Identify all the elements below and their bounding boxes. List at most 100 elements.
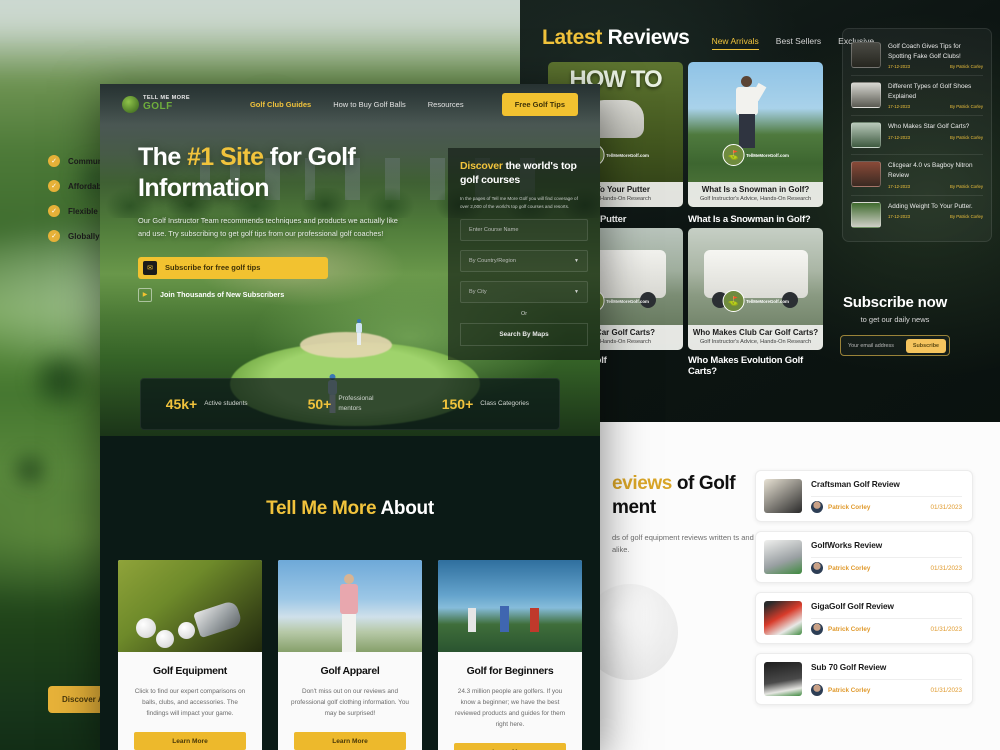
review-list-item[interactable]: Sub 70 Golf Review Patrick Corley 01/31/…: [755, 653, 973, 705]
list-item-title: Clicgear 4.0 vs Bagboy Nitron Review: [888, 162, 973, 180]
main-landing-page-panel: TELL ME MORE GOLF Golf Club Guides How t…: [100, 84, 600, 750]
review-thumbnail: [764, 540, 802, 574]
review-date: 01/31/2023: [930, 503, 962, 511]
tab-best-sellers[interactable]: Best Sellers: [776, 36, 821, 50]
list-item-thumbnail: [851, 201, 881, 228]
list-item-author: By Patrick Corley: [950, 135, 983, 141]
course-name-placeholder: Enter Course Name: [469, 227, 519, 234]
review-thumbnail: [764, 662, 802, 696]
review-list-item[interactable]: Craftsman Golf Review Patrick Corley 01/…: [755, 470, 973, 522]
site-navbar: TELL ME MORE GOLF Golf Club Guides How t…: [100, 84, 600, 124]
about-heading-accent: Tell Me More: [266, 498, 377, 519]
subscribe-subheading: to get our daily news: [860, 315, 930, 324]
about-heading-rest: About: [376, 498, 434, 519]
join-subscribers-button[interactable]: ▶ Join Thousands of New Subscribers: [138, 287, 406, 302]
review-date: 01/31/2023: [930, 564, 962, 572]
search-by-maps-button[interactable]: Search By Maps: [460, 323, 588, 347]
about-card-golf-apparel[interactable]: Golf Apparel Don't miss out on our revie…: [278, 560, 422, 750]
review-list-item[interactable]: GolfWorks Review Patrick Corley 01/31/20…: [755, 531, 973, 583]
review-author: Patrick Corley: [828, 686, 871, 694]
list-item[interactable]: Different Types of Golf Shoes Explained …: [851, 76, 983, 117]
stat-active-students: 45k+ Active students: [166, 396, 259, 412]
city-placeholder: By City: [469, 289, 487, 296]
check-icon: ✓: [48, 205, 60, 217]
site-logo[interactable]: TELL ME MORE GOLF: [122, 95, 190, 113]
learn-more-button[interactable]: Learn More: [134, 732, 246, 750]
about-cards: Golf Equipment Click to find our expert …: [100, 560, 600, 750]
about-card-golf-equipment[interactable]: Golf Equipment Click to find our expert …: [118, 560, 262, 750]
list-item-title: Golf Coach Gives Tips for Spotting Fake …: [888, 43, 961, 60]
email-input[interactable]: Your email address: [848, 343, 906, 349]
free-golf-tips-button[interactable]: Free Golf Tips: [501, 92, 578, 116]
subscribe-form: Your email address Subscribe: [840, 335, 950, 356]
stats-bar: 45k+ Active students 50+ Professional me…: [140, 378, 560, 430]
review-list-item[interactable]: GigaGolf Golf Review Patrick Corley 01/3…: [755, 592, 973, 644]
review-title: Craftsman Golf Review: [811, 479, 900, 489]
course-name-input[interactable]: Enter Course Name: [460, 219, 588, 242]
play-icon: ▶: [138, 287, 152, 302]
review-card-snowman[interactable]: ⛳ TellMeMoreGolf.com What Is a Snowman i…: [688, 62, 823, 207]
list-item-title: Different Types of Golf Shoes Explained: [888, 83, 972, 100]
review-author: Patrick Corley: [828, 625, 871, 633]
nav-resources[interactable]: Resources: [428, 100, 464, 109]
nav-how-to-buy-golf-balls[interactable]: How to Buy Golf Balls: [333, 100, 406, 109]
chevron-down-icon: ▼: [574, 258, 579, 265]
list-item-date: 17-12-2023: [888, 183, 910, 189]
list-item[interactable]: Who Makes Star Golf Carts? 17-12-2023 By…: [851, 116, 983, 156]
hero-paragraph: Our Golf Instructor Team recommends tech…: [138, 216, 398, 238]
review-card-title-evolution: Who Makes Evolution Golf Carts?: [688, 355, 804, 378]
about-section: Tell Me More About Golf Equipment Click …: [100, 436, 600, 750]
list-item-thumbnail: [851, 161, 881, 188]
tab-new-arrivals[interactable]: New Arrivals: [711, 36, 759, 50]
avatar: [811, 562, 823, 574]
stat-number: 50+: [307, 396, 332, 412]
watermark-text: TellMeMoreGolf.com: [746, 298, 789, 304]
avatar: [811, 684, 823, 696]
golf-beginners-image: [438, 560, 582, 652]
latest-reviews-title-rest: Reviews: [602, 26, 690, 49]
equipment-heading-line2: ment: [612, 496, 656, 518]
equipment-heading-rest: of Golf: [671, 473, 736, 494]
about-card-title: Golf Apparel: [320, 665, 380, 677]
watermark-text: TellMeMoreGolf.com: [606, 298, 649, 304]
about-card-text: Click to find our expert comparisons on …: [134, 688, 246, 718]
navbar-links: Golf Club Guides How to Buy Golf Balls R…: [250, 100, 464, 109]
list-item-thumbnail: [851, 42, 881, 68]
nav-golf-club-guides[interactable]: Golf Club Guides: [250, 100, 311, 109]
golfer-photo-figure: [734, 76, 767, 148]
hero-title-accent: #1 Site: [187, 143, 264, 171]
subscribe-button[interactable]: Subscribe: [905, 338, 946, 353]
stat-label: Professional mentors: [338, 395, 374, 412]
hero-copy: The #1 Site for Golf Information Our Gol…: [138, 142, 406, 302]
about-heading: Tell Me More About: [100, 498, 600, 520]
avatar: [811, 623, 823, 635]
join-subscribers-label: Join Thousands of New Subscribers: [160, 290, 285, 300]
review-thumbnail: [764, 601, 802, 635]
review-title: Sub 70 Golf Review: [811, 662, 887, 672]
list-item[interactable]: Clicgear 4.0 vs Bagboy Nitron Review 17-…: [851, 155, 983, 196]
list-item[interactable]: Golf Coach Gives Tips for Spotting Fake …: [851, 36, 983, 77]
latest-reviews-title-accent: Latest: [542, 26, 603, 49]
review-author: Patrick Corley: [828, 564, 871, 572]
list-item-thumbnail: [851, 122, 881, 149]
learn-more-button[interactable]: Learn More: [454, 743, 566, 750]
subscribe-section: Subscribe now to get our daily news Your…: [790, 294, 1000, 356]
city-select[interactable]: By City ▼: [460, 281, 588, 304]
sand-bunker-illustration: [300, 332, 392, 358]
hero-title-pre: The: [138, 143, 187, 171]
about-card-golf-for-beginners[interactable]: Golf for Beginners 24.3 million people a…: [438, 560, 582, 750]
list-item[interactable]: Adding Weight To Your Putter. 17-12-2023…: [851, 196, 983, 234]
about-card-title: Golf Equipment: [153, 665, 227, 677]
country-region-select[interactable]: By Country/Region ▼: [460, 250, 588, 273]
about-card-text: 24.3 million people are golfers. If you …: [454, 688, 566, 729]
about-card-title: Golf for Beginners: [466, 665, 554, 677]
discover-courses-widget: Discover the world's top golf courses In…: [448, 148, 600, 361]
golfer-swing-icon: ⛳: [722, 290, 745, 312]
subscribe-free-tips-button[interactable]: ✉ Subscribe for free golf tips: [138, 256, 328, 279]
list-item-date: 17-12-2023: [888, 64, 910, 70]
list-item-date: 17-12-2023: [888, 104, 910, 110]
stat-label: Active students: [204, 400, 248, 408]
learn-more-button[interactable]: Learn More: [294, 732, 406, 750]
discover-title: Discover the world's top golf courses: [460, 160, 588, 188]
review-author: Patrick Corley: [828, 503, 871, 511]
